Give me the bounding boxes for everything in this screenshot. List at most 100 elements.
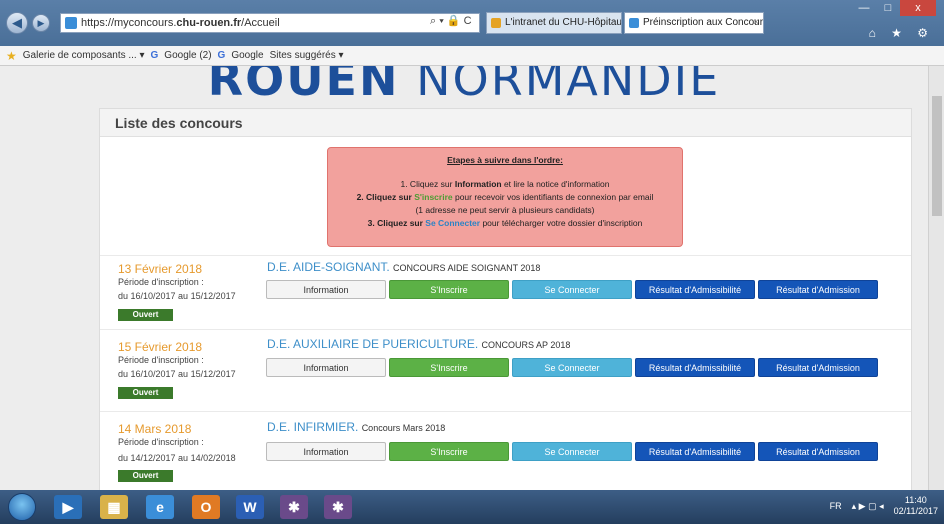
notice-text: et lire la notice d'information xyxy=(501,179,610,189)
notice-text: 1. Cliquez sur xyxy=(400,179,455,189)
brand-bold: ROUEN xyxy=(207,66,400,106)
concours-row: 14 Mars 2018 Période d'inscription : du … xyxy=(100,411,911,490)
notice-step-1: 1. Cliquez sur Information et lire la no… xyxy=(328,178,682,191)
app-icon[interactable]: ✱ xyxy=(324,495,352,519)
inscrire-button[interactable]: S'Inscrire xyxy=(389,442,509,461)
period-dates: du 16/10/2017 au 15/12/2017 xyxy=(118,369,236,379)
notice-text: pour télécharger votre dossier d'inscrip… xyxy=(480,218,643,228)
concours-title[interactable]: D.E. INFIRMIER. Concours Mars 2018 xyxy=(267,420,445,434)
system-tray: FR ▴ ▶ ▢ ◂ 11:40 02/11/2017 xyxy=(830,495,938,517)
resultat-admissibilite-button[interactable]: Résultat d'Admissibilité xyxy=(635,442,755,461)
back-button[interactable]: ◀ xyxy=(6,12,28,34)
notice-keyword-information: Information xyxy=(454,179,502,189)
media-player-icon[interactable]: ▶ xyxy=(54,495,82,519)
tab-label: L'intranet du CHU-Hôpitaux d... xyxy=(505,17,622,28)
address-tools-icons[interactable]: ⌕ ▾ 🔒 C xyxy=(430,14,472,28)
internet-explorer-icon[interactable]: e xyxy=(146,495,174,519)
period-label: Période d'inscription : xyxy=(118,355,204,365)
outlook-icon[interactable]: O xyxy=(192,495,220,519)
address-bar[interactable]: https://myconcours. chu-rouen.fr/Accueil xyxy=(60,13,480,33)
status-badge: Ouvert xyxy=(118,470,173,482)
panel-title: Liste des concours xyxy=(100,109,911,137)
se-connecter-button[interactable]: Se Connecter xyxy=(512,358,632,377)
favorite-item-google-2[interactable]: Google (2) xyxy=(164,50,211,61)
start-button[interactable] xyxy=(8,493,36,521)
notice-step-2-note: (1 adresse ne peut servir à plusieurs ca… xyxy=(415,205,595,215)
page-viewport: ROUEN NORMANDIE Liste des concours Etape… xyxy=(0,66,928,490)
tab-intranet[interactable]: L'intranet du CHU-Hôpitaux d... xyxy=(486,12,622,34)
tray-icons[interactable]: ▴ ▶ ▢ ◂ xyxy=(852,501,884,512)
clock-time: 11:40 xyxy=(904,495,927,505)
information-button[interactable]: Information xyxy=(266,358,386,377)
se-connecter-button[interactable]: Se Connecter xyxy=(512,442,632,461)
vertical-scrollbar[interactable] xyxy=(928,66,944,490)
url-prefix: https://myconcours. xyxy=(81,17,177,29)
forward-arrow-icon: ▶ xyxy=(37,17,45,28)
resultat-admission-button[interactable]: Résultat d'Admission xyxy=(758,280,878,299)
notice-text: pour recevoir vos identifiants de connex… xyxy=(452,192,654,202)
brand-light: NORMANDIE xyxy=(416,66,721,106)
brand-logo: ROUEN NORMANDIE xyxy=(0,66,928,106)
tab-preinscription[interactable]: Préinscription aux Concour... × xyxy=(624,12,764,34)
concours-date: 13 Février 2018 xyxy=(118,262,203,276)
notice-step-2: 2. Cliquez sur S'inscrire pour recevoir … xyxy=(328,191,682,204)
clock-date: 02/11/2017 xyxy=(893,506,938,516)
period-label: Période d'inscription : xyxy=(118,277,204,287)
status-badge: Ouvert xyxy=(118,309,173,321)
forward-button[interactable]: ▶ xyxy=(32,14,50,32)
notice-text: 3. Cliquez sur xyxy=(367,218,426,228)
concours-name: D.E. AIDE-SOIGNANT. xyxy=(267,260,390,274)
concours-actions: Information S'Inscrire Se Connecter Résu… xyxy=(266,280,878,299)
information-button[interactable]: Information xyxy=(266,442,386,461)
favorite-item-google[interactable]: Google xyxy=(231,50,263,61)
tab-label: Préinscription aux Concour... xyxy=(643,17,764,28)
app-icon[interactable]: ✱ xyxy=(280,495,308,519)
concours-name: D.E. AUXILIAIRE DE PUERICULTURE. xyxy=(267,337,479,351)
language-indicator[interactable]: FR xyxy=(830,501,842,511)
notice-keyword-inscrire: S'inscrire xyxy=(414,192,453,202)
clock[interactable]: 11:40 02/11/2017 xyxy=(894,495,938,517)
concours-title[interactable]: D.E. AIDE-SOIGNANT. CONCOURS AIDE SOIGNA… xyxy=(267,260,540,274)
word-icon[interactable]: W xyxy=(236,495,264,519)
file-explorer-icon[interactable]: ▦ xyxy=(100,495,128,519)
inscrire-button[interactable]: S'Inscrire xyxy=(389,358,509,377)
home-favorites-settings-icons[interactable]: ⌂ ★ ⚙ xyxy=(869,26,934,40)
window-controls: — □ x xyxy=(852,0,936,16)
resultat-admissibilite-button[interactable]: Résultat d'Admissibilité xyxy=(635,280,755,299)
concours-actions: Information S'Inscrire Se Connecter Résu… xyxy=(266,358,878,377)
period-label: Période d'inscription : xyxy=(118,437,204,447)
concours-subtitle: CONCOURS AIDE SOIGNANT 2018 xyxy=(393,263,541,273)
information-button[interactable]: Information xyxy=(266,280,386,299)
favorites-star-icon[interactable]: ★ xyxy=(6,49,17,63)
resultat-admission-button[interactable]: Résultat d'Admission xyxy=(758,442,878,461)
notice-title: Etapes à suivre dans l'ordre: xyxy=(447,155,563,165)
browser-titlebar: ◀ ▶ https://myconcours. chu-rouen.fr/Accu… xyxy=(0,0,944,46)
url-domain: chu-rouen.fr xyxy=(176,17,242,29)
maximize-button[interactable]: □ xyxy=(876,0,900,16)
resultat-admissibilite-button[interactable]: Résultat d'Admissibilité xyxy=(635,358,755,377)
minimize-button[interactable]: — xyxy=(852,0,876,16)
inscrire-button[interactable]: S'Inscrire xyxy=(389,280,509,299)
scrollbar-thumb[interactable] xyxy=(932,96,942,216)
period-dates: du 16/10/2017 au 15/12/2017 xyxy=(118,291,236,301)
tab-favicon xyxy=(629,18,639,28)
concours-name: D.E. INFIRMIER. xyxy=(267,420,359,434)
tab-close-icon[interactable]: × xyxy=(753,13,759,33)
notice-step-3: 3. Cliquez sur Se Connecter pour télécha… xyxy=(328,217,682,230)
notice-keyword-connecter: Se Connecter xyxy=(425,218,481,228)
status-badge: Ouvert xyxy=(118,387,173,399)
favorite-item-galerie[interactable]: Galerie de composants ... ▾ xyxy=(23,50,145,61)
concours-subtitle: Concours Mars 2018 xyxy=(361,423,446,433)
concours-row: 13 Février 2018 Période d'inscription : … xyxy=(100,255,911,329)
close-window-button[interactable]: x xyxy=(900,0,936,16)
google-icon: G xyxy=(150,50,159,61)
concours-subtitle: CONCOURS AP 2018 xyxy=(481,340,571,350)
concours-row: 15 Février 2018 Période d'inscription : … xyxy=(100,329,911,409)
resultat-admission-button[interactable]: Résultat d'Admission xyxy=(758,358,878,377)
se-connecter-button[interactable]: Se Connecter xyxy=(512,280,632,299)
windows-taskbar: ▶ ▦ e O W ✱ ✱ FR ▴ ▶ ▢ ◂ 11:40 02/11/201… xyxy=(0,490,944,524)
favorite-item-sites-suggeres[interactable]: Sites suggérés ▾ xyxy=(270,50,344,61)
instructions-notice: Etapes à suivre dans l'ordre: 1. Cliquez… xyxy=(327,147,683,247)
concours-title[interactable]: D.E. AUXILIAIRE DE PUERICULTURE. CONCOUR… xyxy=(267,337,570,351)
site-favicon xyxy=(65,17,77,29)
